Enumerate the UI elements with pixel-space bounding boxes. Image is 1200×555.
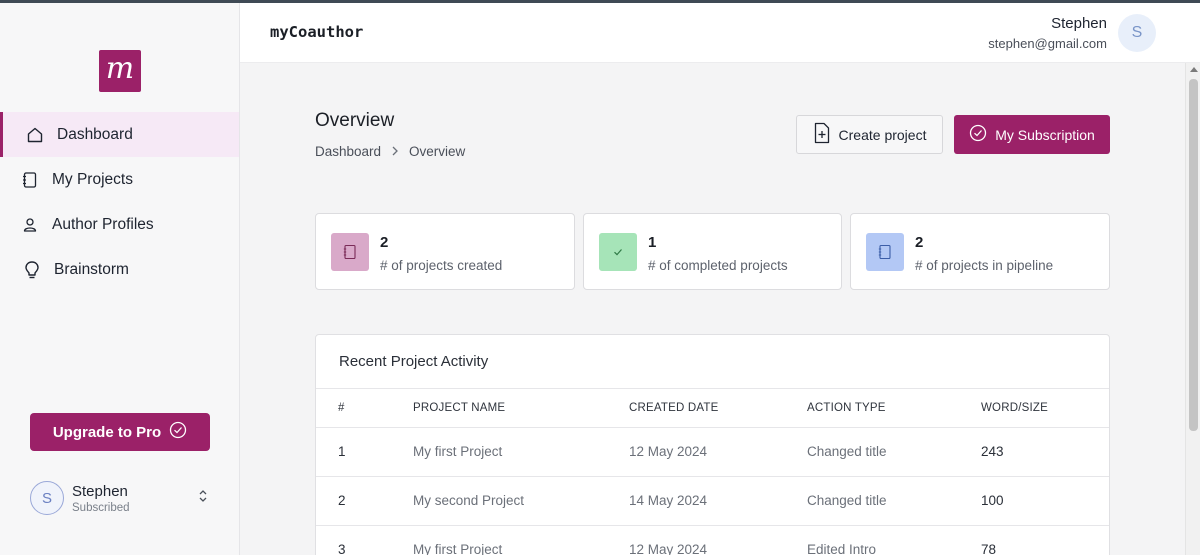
cell-created-date: 12 May 2024 xyxy=(629,444,708,459)
recent-activity-table: Recent Project Activity # PROJECT NAME C… xyxy=(315,334,1110,555)
cell-project-name: My first Project xyxy=(413,444,503,459)
sidebar-item-author-profiles[interactable]: Author Profiles xyxy=(0,202,239,247)
app-title: myCoauthor xyxy=(270,23,364,41)
cell-action-type: Changed title xyxy=(807,493,887,508)
sidebar-item-my-projects[interactable]: My Projects xyxy=(0,157,239,202)
chevron-right-icon xyxy=(391,144,399,159)
stat-value: 1 xyxy=(648,234,657,251)
avatar: S xyxy=(30,481,64,515)
lightbulb-icon xyxy=(22,260,42,280)
cell-number: 1 xyxy=(338,444,346,459)
check-circle-icon xyxy=(969,124,987,145)
stat-card-projects-created: 2 # of projects created xyxy=(315,213,575,290)
table-row[interactable]: 1 My first Project 12 May 2024 Changed t… xyxy=(316,428,1109,477)
sidebar-item-label: Author Profiles xyxy=(52,215,154,233)
cell-word-size: 243 xyxy=(981,444,1004,459)
column-header-number: # xyxy=(338,402,345,414)
file-plus-icon xyxy=(813,122,831,147)
stat-label: # of projects in pipeline xyxy=(915,258,1054,273)
home-icon xyxy=(25,125,45,145)
page-title: Overview xyxy=(315,110,395,131)
cell-project-name: My second Project xyxy=(413,493,525,508)
sidebar-user-name: Stephen xyxy=(72,482,128,500)
table-row[interactable]: 2 My second Project 14 May 2024 Changed … xyxy=(316,477,1109,526)
column-header-action-type[interactable]: ACTION TYPE xyxy=(807,402,886,414)
cell-action-type: Edited Intro xyxy=(807,542,877,555)
breadcrumb-item-dashboard[interactable]: Dashboard xyxy=(315,144,381,159)
breadcrumb: Dashboard Overview xyxy=(315,144,465,159)
stat-value: 2 xyxy=(915,234,924,251)
column-header-project-name[interactable]: PROJECT NAME xyxy=(413,402,505,414)
sidebar: m Dashboard My Projects Author Profiles … xyxy=(0,3,240,555)
column-header-word-size[interactable]: WORD/SIZE xyxy=(981,402,1048,414)
stat-label: # of projects created xyxy=(380,258,503,273)
check-icon xyxy=(599,233,637,271)
app-logo[interactable]: m xyxy=(99,50,141,92)
sidebar-item-brainstorm[interactable]: Brainstorm xyxy=(0,247,239,292)
table-title: Recent Project Activity xyxy=(339,353,489,370)
stat-value: 2 xyxy=(380,234,389,251)
create-project-button[interactable]: Create project xyxy=(796,115,943,154)
notebook-icon xyxy=(20,170,40,190)
header-user-info[interactable]: Stephen stephen@gmail.com xyxy=(988,15,1107,51)
create-project-label: Create project xyxy=(838,126,927,143)
cell-action-type: Changed title xyxy=(807,444,887,459)
scroll-up-arrow-icon[interactable] xyxy=(1190,67,1198,72)
header-user-name: Stephen xyxy=(1051,15,1107,32)
stat-label: # of completed projects xyxy=(648,258,788,273)
notebook-icon xyxy=(866,233,904,271)
notebook-icon xyxy=(331,233,369,271)
sidebar-user-card[interactable]: S Stephen Subscribed xyxy=(30,478,215,518)
cell-word-size: 78 xyxy=(981,542,997,555)
cell-number: 2 xyxy=(338,493,346,508)
check-circle-icon xyxy=(169,421,187,443)
scrollbar-thumb[interactable] xyxy=(1189,79,1198,431)
column-header-created-date[interactable]: CREATED DATE xyxy=(629,402,719,414)
header-user-email: stephen@gmail.com xyxy=(988,36,1107,51)
cell-created-date: 12 May 2024 xyxy=(629,542,708,555)
upgrade-label: Upgrade to Pro xyxy=(52,423,162,441)
stat-card-projects-in-pipeline: 2 # of projects in pipeline xyxy=(850,213,1110,290)
cell-word-size: 100 xyxy=(981,493,1004,508)
top-header: myCoauthor Stephen stephen@gmail.com S xyxy=(240,3,1200,63)
stat-card-completed-projects: 1 # of completed projects xyxy=(583,213,842,290)
breadcrumb-item-overview: Overview xyxy=(409,144,466,159)
sidebar-item-dashboard[interactable]: Dashboard xyxy=(0,112,239,157)
avatar[interactable]: S xyxy=(1118,14,1156,52)
cell-created-date: 14 May 2024 xyxy=(629,493,708,508)
upgrade-to-pro-button[interactable]: Upgrade to Pro xyxy=(30,413,210,451)
cell-project-name: My first Project xyxy=(413,542,503,555)
sidebar-item-label: Dashboard xyxy=(57,125,133,143)
cell-number: 3 xyxy=(338,542,346,555)
my-subscription-button[interactable]: My Subscription xyxy=(954,115,1110,154)
sidebar-item-label: My Projects xyxy=(52,170,133,188)
table-header: # PROJECT NAME CREATED DATE ACTION TYPE … xyxy=(316,388,1109,428)
my-subscription-label: My Subscription xyxy=(995,126,1095,143)
sidebar-user-status: Subscribed xyxy=(72,501,130,514)
user-icon xyxy=(20,215,40,235)
chevron-up-down-icon[interactable] xyxy=(197,489,209,508)
sidebar-item-label: Brainstorm xyxy=(54,260,129,278)
table-row[interactable]: 3 My first Project 12 May 2024 Edited In… xyxy=(316,526,1109,555)
scrollbar[interactable] xyxy=(1185,63,1200,555)
window-top-border xyxy=(0,0,1200,3)
